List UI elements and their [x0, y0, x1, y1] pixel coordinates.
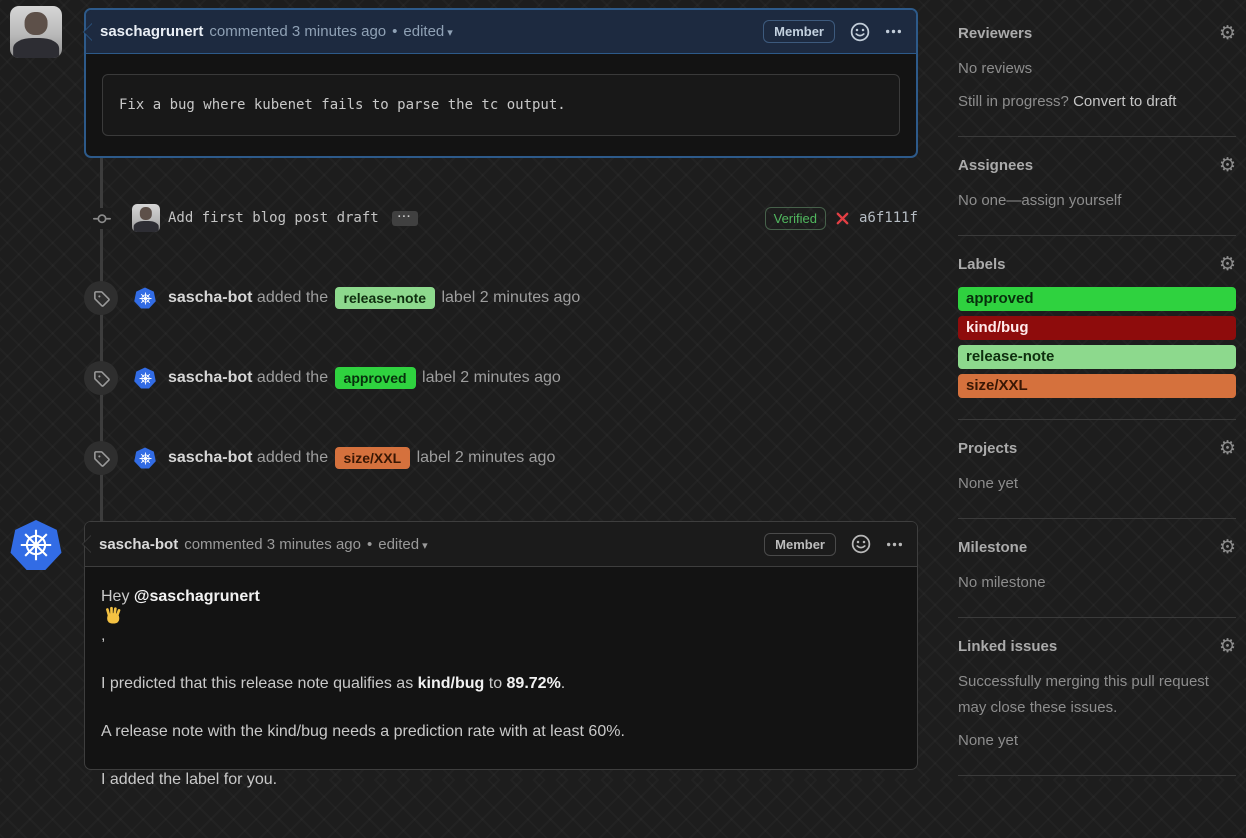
- gear-icon[interactable]: ⚙: [1219, 538, 1236, 557]
- bot-avatar[interactable]: [134, 287, 156, 309]
- comment-meta: commented 3 minutes ago: [209, 23, 386, 40]
- projects-empty: None yet: [958, 471, 1236, 497]
- kebab-icon: [885, 23, 902, 40]
- assignees-empty: No one—assign yourself: [958, 188, 1236, 214]
- gear-icon[interactable]: ⚙: [1219, 439, 1236, 458]
- comment-saschagrunert: saschagrunert commented 3 minutes ago • …: [84, 8, 918, 158]
- actor-login[interactable]: sascha-bot: [168, 369, 252, 387]
- labels-title: Labels: [958, 256, 1006, 273]
- sidebar-section-projects: Projects ⚙ None yet: [958, 439, 1236, 519]
- event-text: sascha-bot added the approved label 2 mi…: [168, 367, 561, 389]
- smiley-icon: [851, 534, 871, 554]
- sidebar-section-labels: Labels ⚙ approved kind/bug release-note …: [958, 255, 1236, 420]
- member-badge: Member: [764, 533, 836, 556]
- reviewers-hint: Still in progress? Convert to draft: [958, 89, 1236, 115]
- milestone-title: Milestone: [958, 539, 1027, 556]
- git-commit-icon: [91, 208, 112, 229]
- author-login[interactable]: saschagrunert: [100, 23, 203, 40]
- separator-dot: •: [392, 23, 397, 40]
- add-reaction-button[interactable]: [850, 22, 870, 42]
- sidebar: Reviewers ⚙ No reviews Still in progress…: [958, 24, 1236, 795]
- add-reaction-button[interactable]: [851, 534, 871, 554]
- author-login[interactable]: sascha-bot: [99, 536, 178, 553]
- label-event: sascha-bot added the size/XXL label 2 mi…: [84, 441, 918, 475]
- commit-sha-link[interactable]: a6f111f: [859, 210, 918, 226]
- comment-body: Hey @saschagrunert, I predicted that thi…: [85, 567, 917, 838]
- label-event: sascha-bot added the release-note label …: [84, 281, 918, 315]
- label-chip[interactable]: size/XXL: [335, 447, 411, 469]
- kebab-menu-button[interactable]: [886, 536, 903, 553]
- edited-dropdown[interactable]: edited▾: [378, 536, 427, 553]
- event-text: sascha-bot added the size/XXL label 2 mi…: [168, 447, 555, 469]
- bot-avatar[interactable]: [134, 447, 156, 469]
- status-failure-icon[interactable]: [835, 211, 850, 226]
- tag-icon: [84, 361, 118, 395]
- smiley-icon: [850, 22, 870, 42]
- comment-sascha-bot: sascha-bot commented 3 minutes ago • edi…: [84, 521, 918, 770]
- edited-dropdown[interactable]: edited▾: [403, 23, 452, 40]
- sidebar-section-milestone: Milestone ⚙ No milestone: [958, 538, 1236, 618]
- commit-author-avatar[interactable]: [132, 204, 160, 232]
- actor-login[interactable]: sascha-bot: [168, 289, 252, 307]
- sidebar-section-assignees: Assignees ⚙ No one—assign yourself: [958, 156, 1236, 236]
- gear-icon[interactable]: ⚙: [1219, 24, 1236, 43]
- actor-login[interactable]: sascha-bot: [168, 449, 252, 467]
- sidebar-label-release-note[interactable]: release-note: [958, 345, 1236, 369]
- commit-event: Add first blog post draft ··· Verified a…: [84, 203, 918, 233]
- sidebar-label-kind-bug[interactable]: kind/bug: [958, 316, 1236, 340]
- comment-body: Fix a bug where kubenet fails to parse t…: [86, 54, 916, 156]
- sidebar-section-reviewers: Reviewers ⚙ No reviews Still in progress…: [958, 24, 1236, 137]
- gear-icon[interactable]: ⚙: [1219, 637, 1236, 656]
- milestone-empty: No milestone: [958, 570, 1236, 596]
- label-chip[interactable]: release-note: [335, 287, 435, 309]
- comment-header: saschagrunert commented 3 minutes ago • …: [86, 10, 916, 54]
- label-chip[interactable]: approved: [335, 367, 416, 389]
- chevron-down-icon: ▾: [422, 540, 428, 552]
- gear-icon[interactable]: ⚙: [1219, 156, 1236, 175]
- commit-message[interactable]: Add first blog post draft: [168, 210, 379, 226]
- sidebar-label-size-xxl[interactable]: size/XXL: [958, 374, 1236, 398]
- bot-avatar[interactable]: [134, 367, 156, 389]
- chevron-down-icon: ▾: [447, 27, 453, 39]
- verified-badge[interactable]: Verified: [765, 207, 826, 230]
- linked-issues-empty: None yet: [958, 728, 1236, 754]
- assign-yourself-link[interactable]: assign yourself: [1021, 192, 1121, 209]
- gear-icon[interactable]: ⚙: [1219, 255, 1236, 274]
- sidebar-label-approved[interactable]: approved: [958, 287, 1236, 311]
- wave-emoji-icon: [103, 606, 123, 626]
- reviewers-empty: No reviews: [958, 56, 1236, 82]
- linked-issues-title: Linked issues: [958, 638, 1057, 655]
- greeting-line: Hey @saschagrunert,: [101, 587, 901, 645]
- threshold-line: A release note with the kind/bug needs a…: [101, 722, 901, 741]
- comment-meta: commented 3 minutes ago: [184, 536, 361, 553]
- comment-header: sascha-bot commented 3 minutes ago • edi…: [85, 522, 917, 567]
- commit-expand-button[interactable]: ···: [392, 211, 418, 226]
- code-block: Fix a bug where kubenet fails to parse t…: [102, 74, 900, 136]
- kebab-menu-button[interactable]: [885, 23, 902, 40]
- assignees-title: Assignees: [958, 157, 1033, 174]
- linked-issues-desc: Successfully merging this pull request m…: [958, 669, 1236, 721]
- member-badge: Member: [763, 20, 835, 43]
- reviewers-title: Reviewers: [958, 25, 1032, 42]
- convert-to-draft-link[interactable]: Convert to draft: [1073, 93, 1176, 110]
- label-event: sascha-bot added the approved label 2 mi…: [84, 361, 918, 395]
- tag-icon: [84, 441, 118, 475]
- projects-title: Projects: [958, 440, 1017, 457]
- sidebar-section-linked-issues: Linked issues ⚙ Successfully merging thi…: [958, 637, 1236, 776]
- event-text: sascha-bot added the release-note label …: [168, 287, 580, 309]
- separator-dot: •: [367, 536, 372, 553]
- prediction-line: I predicted that this release note quali…: [101, 674, 901, 693]
- kebab-icon: [886, 536, 903, 553]
- mention-link[interactable]: @saschagrunert: [134, 588, 260, 605]
- tag-icon: [84, 281, 118, 315]
- bot-avatar-large[interactable]: [10, 519, 62, 571]
- author-avatar[interactable]: [10, 6, 62, 58]
